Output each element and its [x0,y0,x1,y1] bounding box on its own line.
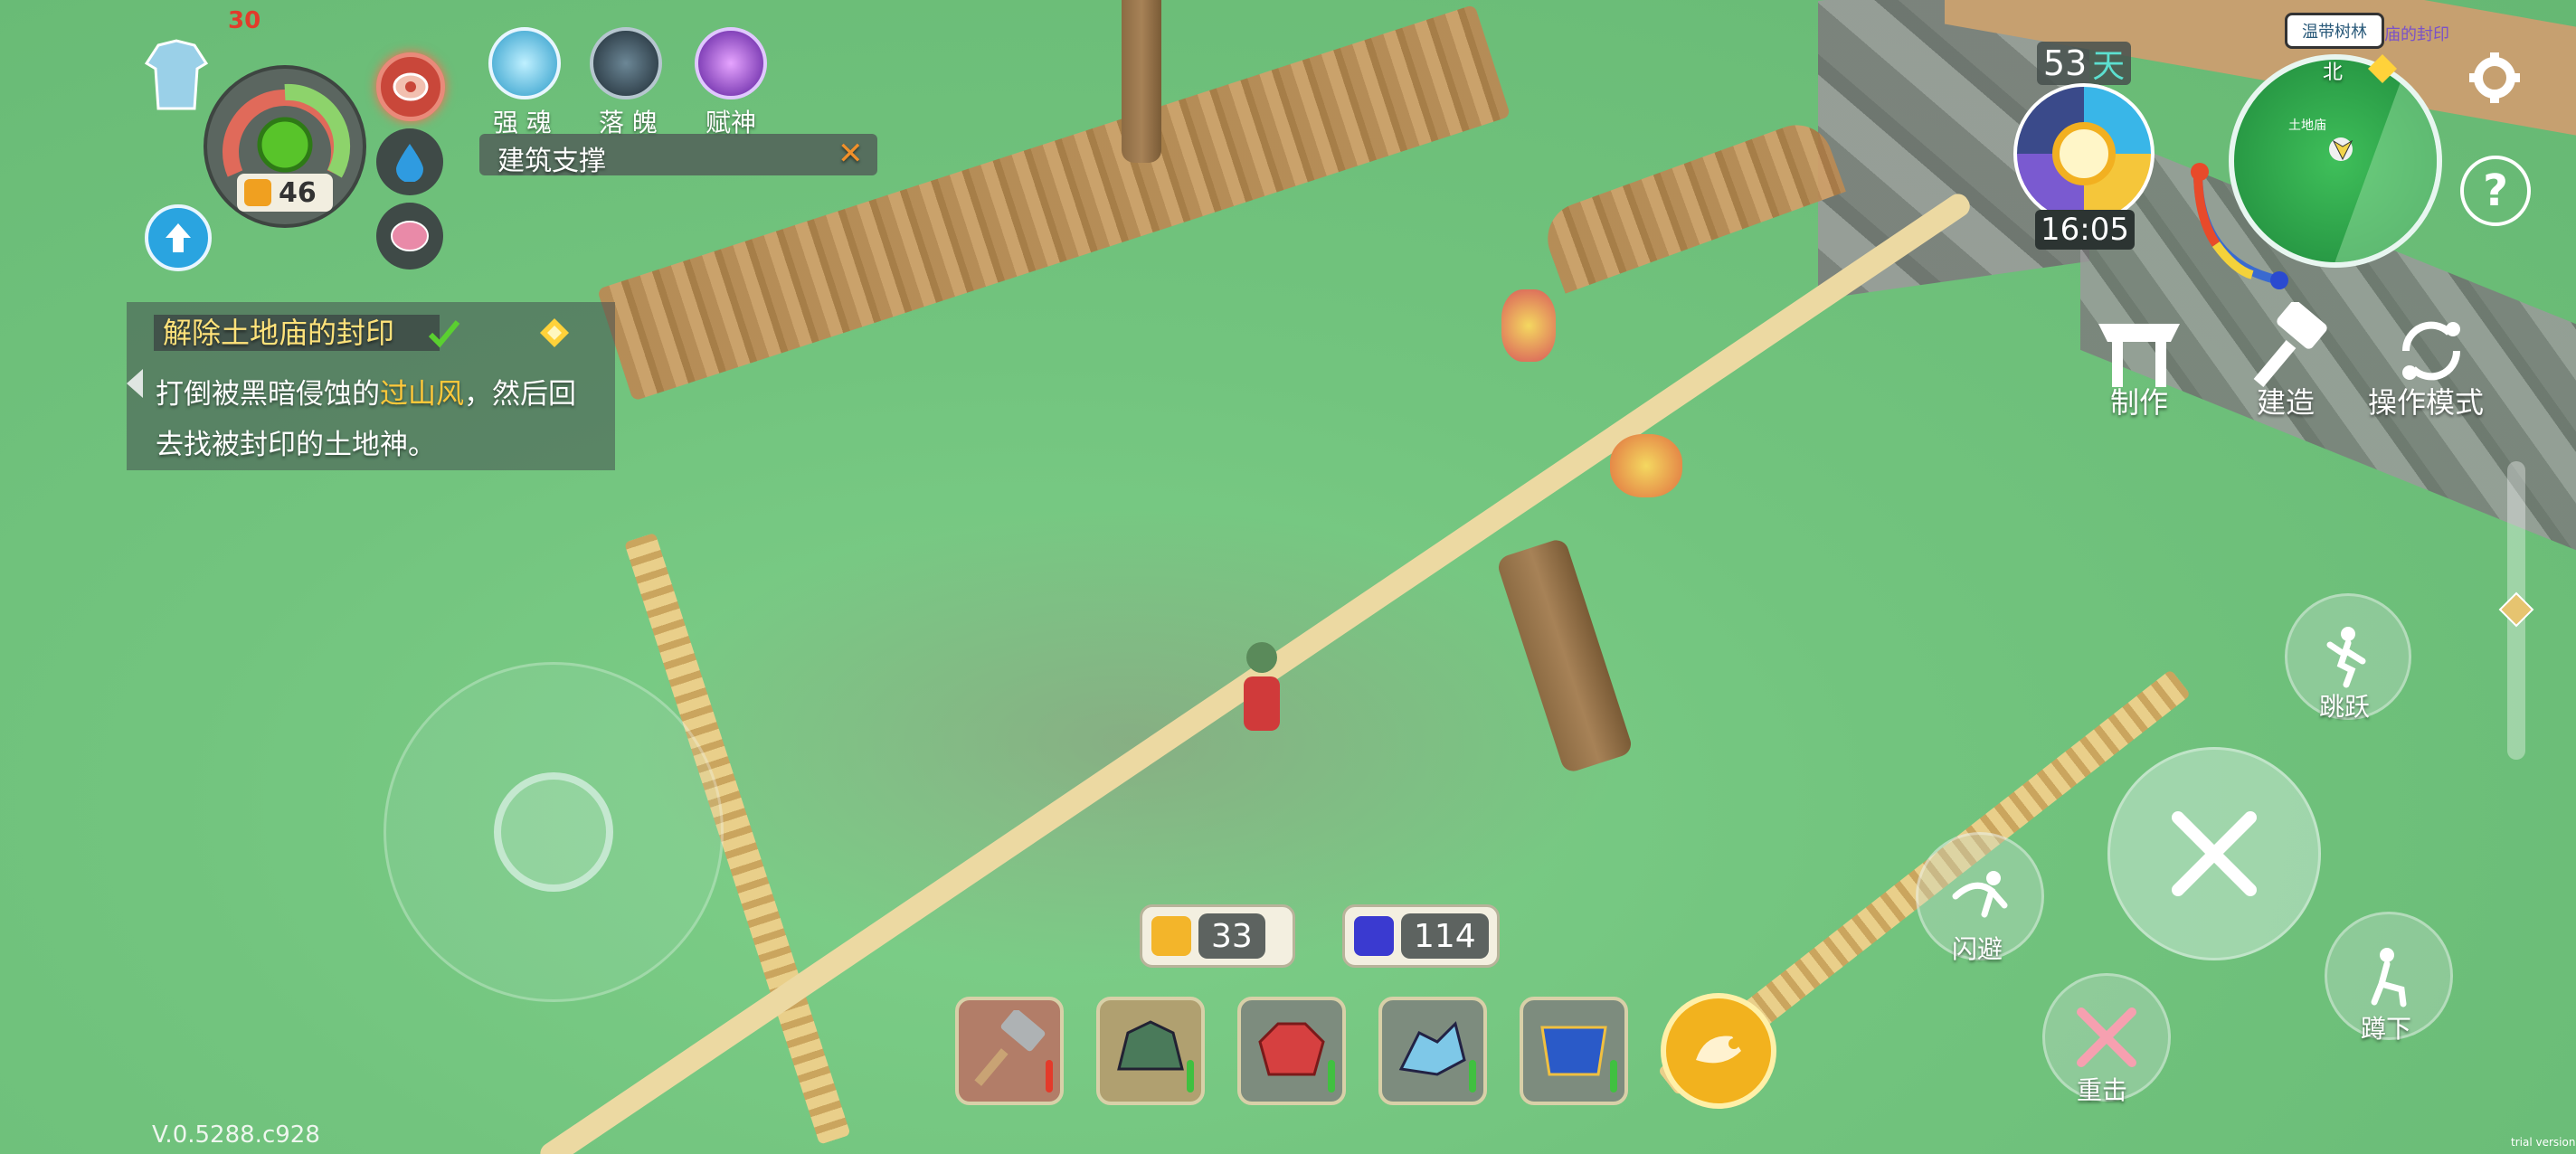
quest-description: 打倒被黑暗侵蚀的过山风，然后回去找被封印的土地神。 [156,369,599,470]
hotbar-slot[interactable] [955,997,1064,1105]
checkmark-icon [428,320,460,348]
crouch-icon [2371,948,2407,1007]
armor-icon[interactable] [144,36,209,113]
sun-icon [2052,122,2116,185]
upgrade-button[interactable] [145,204,212,271]
quest-desc-text: 打倒被黑暗侵蚀的 [156,378,380,411]
dodge-label: 闪避 [1952,934,2003,964]
collapse-arrow-icon[interactable] [125,367,145,400]
brain-status-icon [376,203,443,270]
crossed-swords-icon [2172,811,2257,896]
game-time: 16:05 [2035,210,2135,250]
resource-armor-counter: 114 [1342,904,1500,968]
hammer-item-icon [974,1010,1046,1086]
blue-cloak-item-icon [1540,1026,1607,1076]
build-label[interactable]: 建造 [2257,380,2315,421]
building-support-label: 建筑支撑 [497,146,606,177]
build-hammer-icon[interactable] [2243,302,2334,393]
wooden-fence-arch [1538,115,1846,294]
quest-title: 解除土地庙的封印 [163,316,395,350]
day-cycle-clock [2013,83,2155,224]
crouch-label: 蹲下 [2361,1014,2412,1044]
gear-icon[interactable] [2467,51,2522,105]
region-name: 温带树林 [2285,13,2384,49]
hunger-value: 46 [279,176,317,209]
quest-marker-icon [540,318,569,347]
player-character [1239,642,1284,742]
armor-resource-icon [1354,916,1394,956]
soul-fall-icon[interactable] [590,27,662,99]
dodge-icon [1952,871,2008,918]
day-counter: 53 天 [2037,42,2131,85]
minimap-landmark-label: 土地庙 [2288,118,2326,133]
tree-trunk [1122,0,1161,163]
version-text: V.0.5288.c928 [152,1121,320,1149]
craft-label[interactable]: 制作 [2110,380,2168,421]
minimap-quest-marker-icon [2368,54,2397,83]
attack-button[interactable] [2107,747,2321,960]
dragon-helmet-item-icon [1117,1020,1184,1071]
movement-joystick[interactable] [384,662,724,1002]
meat-status-icon [376,52,445,121]
quest-panel[interactable]: 解除土地庙的封印 打倒被黑暗侵蚀的过山风，然后回去找被封印的土地神。 [127,302,615,470]
minimap-quest-hint: 庙的封印 [2384,25,2449,44]
help-icon[interactable]: ? [2460,156,2531,226]
jump-label: 跳跃 [2319,692,2371,722]
joystick-thumb[interactable] [494,772,613,892]
red-gem-item-icon [1258,1022,1325,1076]
creature-mob[interactable] [1501,289,1556,362]
level-number: 30 [228,7,261,34]
hunger-indicator: 46 [237,174,333,212]
empower-icon[interactable] [695,27,767,99]
quest-target-name: 过山风 [380,378,464,411]
stomach-icon [244,179,271,206]
mode-label[interactable]: 操作模式 [2368,380,2484,421]
water-status-icon [376,128,443,195]
heavy-attack-label: 重击 [2077,1075,2128,1105]
resource-hammer-counter: 33 [1140,904,1295,968]
creature-mob[interactable] [1610,434,1682,497]
soul-strengthen-icon[interactable] [488,27,561,99]
player-arrow-icon [2332,139,2353,161]
north-indicator: 北 [2323,61,2344,84]
day-number: 53 [2042,43,2088,83]
hotbar-slot[interactable] [1520,997,1628,1105]
jump-icon [2326,627,2366,688]
close-icon[interactable]: ✕ [838,136,864,172]
quest-title-box: 解除土地庙的封印 [154,315,440,351]
day-unit: 天 [2092,48,2126,85]
hammer-resource-icon [1151,916,1191,956]
meat-item-icon[interactable] [1661,993,1776,1109]
hotbar-slot[interactable] [1378,997,1487,1105]
building-support-bar: 建筑支撑 ✕ [479,134,877,177]
resource-value: 33 [1198,913,1265,959]
pink-swords-icon [2077,1007,2136,1067]
slider-handle-icon[interactable] [2498,591,2534,628]
hotbar-slot[interactable] [1096,997,1205,1105]
mode-switch-icon[interactable] [2393,313,2469,389]
hotbar-slot[interactable] [1237,997,1346,1105]
temperature-arc [2191,163,2288,289]
resource-value: 114 [1401,913,1489,959]
trial-version-text: trial version [2511,1136,2576,1149]
ice-beast-item-icon [1398,1021,1466,1076]
